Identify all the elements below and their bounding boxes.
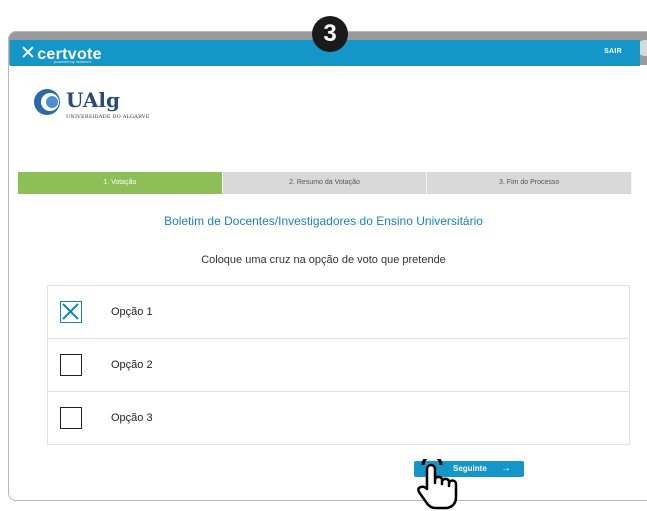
hand-pointer-icon [417,459,458,510]
option-2-checkbox[interactable] [60,354,82,376]
ballot-title: Boletim de Docentes/Investigadores do En… [164,214,483,228]
x-mark-icon: ✕ [20,43,37,64]
vote-option-3[interactable]: Opção 3 [48,392,629,444]
option-2-label: Opção 2 [111,359,153,371]
ualg-logo-icon [34,89,60,115]
ballot-instruction: Coloque uma cruz na opção de voto que pr… [201,254,446,266]
option-1-label: Opção 1 [111,306,153,318]
brand-tagline: powered by multicert [54,59,91,64]
arrow-right-icon: → [501,463,511,474]
step-votacao: 1. Votação [18,172,223,194]
vote-options-list: Opção 1 Opção 2 Opção 3 [47,285,630,445]
vote-option-1[interactable]: Opção 1 [48,286,629,339]
cross-mark-icon [62,303,79,320]
option-1-checkbox[interactable] [60,301,82,323]
step-number-badge: 3 [312,16,348,52]
option-3-checkbox[interactable] [60,407,82,429]
step-resumo: 2. Resumo da Votação [222,172,428,194]
progress-steps: 1. Votação 2. Resumo da Votação 3. Fim d… [18,172,633,194]
step-fim: 3. Fim do Processo [427,172,633,194]
institution-subtitle: UNIVERSIDADE DO ALGARVE [66,114,150,120]
option-3-label: Opção 3 [111,412,153,424]
institution-name: UAlg [66,88,120,112]
vote-option-2[interactable]: Opção 2 [48,339,629,392]
logout-link[interactable]: SAIR [604,48,622,55]
